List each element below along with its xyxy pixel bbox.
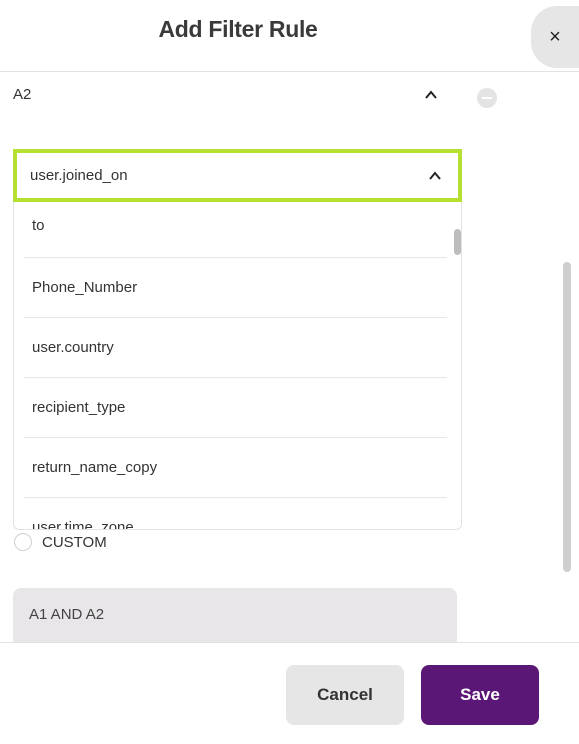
field-select[interactable]: user.joined_on (13, 149, 462, 202)
expression-text: A1 AND A2 (29, 606, 105, 623)
dropdown-option[interactable]: Phone_Number (24, 258, 447, 318)
remove-rule-icon[interactable] (477, 88, 497, 108)
modal-header: Add Filter Rule × (0, 0, 579, 72)
cancel-button[interactable]: Cancel (286, 665, 404, 725)
chevron-up-icon (429, 171, 441, 180)
save-button[interactable]: Save (421, 665, 539, 725)
modal-footer: Cancel Save (0, 642, 579, 744)
field-select-value: user.joined_on (30, 167, 128, 184)
custom-label: CUSTOM (42, 533, 107, 551)
expression-box[interactable]: A1 AND A2 (13, 588, 457, 642)
modal-scrollbar[interactable] (563, 262, 571, 572)
chevron-up-icon[interactable] (424, 88, 438, 102)
rule-label: A2 (13, 86, 32, 103)
dropdown-option[interactable]: return_name_copy (24, 438, 447, 498)
dropdown-option[interactable]: recipient_type (24, 378, 447, 438)
modal-title: Add Filter Rule (158, 16, 318, 42)
dropdown-option[interactable]: to (24, 202, 447, 258)
field-dropdown[interactable]: to Phone_Number user.country recipient_t… (13, 202, 462, 530)
custom-option[interactable]: CUSTOM (14, 533, 107, 551)
custom-radio[interactable] (14, 533, 32, 551)
dropdown-option-list: to Phone_Number user.country recipient_t… (24, 202, 447, 529)
dropdown-option[interactable]: user.country (24, 318, 447, 378)
close-button[interactable]: × (531, 6, 579, 68)
dropdown-scrollbar[interactable] (454, 229, 461, 255)
dropdown-option[interactable]: user.time_zone (24, 498, 447, 529)
close-icon: × (549, 25, 561, 48)
